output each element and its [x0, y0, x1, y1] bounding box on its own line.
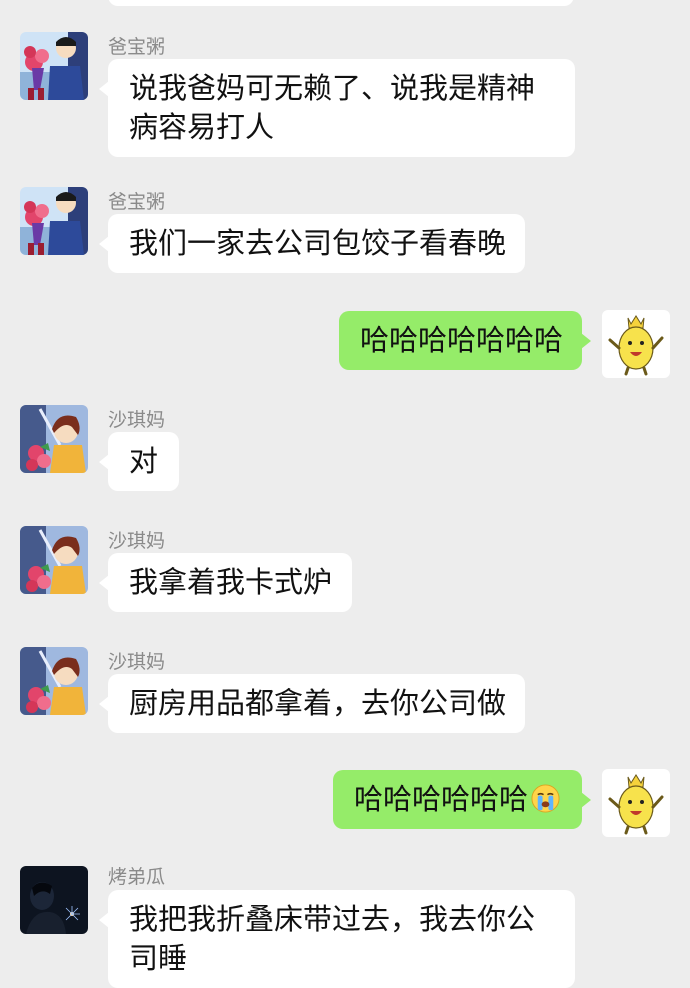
yellow-crown-mascot-icon	[602, 769, 670, 837]
yellow-crown-mascot-avatar[interactable]	[602, 310, 670, 378]
message-bubble[interactable]: 我拿着我卡式炉	[99, 553, 352, 612]
message-bubble[interactable]: 哈哈哈哈哈哈哈	[339, 311, 591, 370]
shinchan-dad-bouquet-avatar[interactable]	[20, 32, 88, 100]
yellow-crown-mascot-avatar[interactable]	[602, 769, 670, 837]
sender-name: 沙琪妈	[108, 651, 166, 673]
message-text: 哈哈哈哈哈哈	[354, 782, 529, 816]
sender-name: 爸宝粥	[108, 191, 166, 213]
shinchan-mom-bouquet-avatar[interactable]	[20, 526, 88, 594]
shinchan-dad-bouquet-icon	[20, 32, 88, 100]
shinchan-dad-bouquet-icon	[20, 187, 88, 255]
shinchan-dad-bouquet-avatar[interactable]	[20, 187, 88, 255]
dark-sparkler-photo-avatar[interactable]	[20, 866, 88, 934]
sender-name: 爸宝粥	[108, 36, 166, 58]
sender-name: 烤弟瓜	[108, 866, 166, 888]
shinchan-mom-bouquet-avatar[interactable]	[20, 405, 88, 473]
dark-sparkler-photo-icon	[20, 866, 88, 934]
message-bubble[interactable]: 哈哈哈哈哈哈	[333, 770, 591, 829]
sender-name: 沙琪妈	[108, 409, 166, 431]
message-bubble[interactable]: 厨房用品都拿着，去你公司做	[99, 674, 525, 733]
shinchan-mom-bouquet-icon	[20, 647, 88, 715]
partial-message-bubble	[108, 0, 574, 6]
message-bubble[interactable]: 我把我折叠床带过去，我去你公司睡	[99, 890, 575, 988]
message-bubble[interactable]: 对	[99, 432, 179, 491]
shinchan-mom-bouquet-icon	[20, 405, 88, 473]
message-bubble[interactable]: 说我爸妈可无赖了、说我是精神病容易打人	[99, 59, 575, 157]
yellow-crown-mascot-icon	[602, 310, 670, 378]
crying-face-emoji	[530, 783, 561, 814]
chat-message-list[interactable]: 爸宝粥 说我爸妈可无赖了、说我是精神病容易打人 爸宝粥 我们一家去公司包饺子看春…	[0, 0, 690, 988]
shinchan-mom-bouquet-avatar[interactable]	[20, 647, 88, 715]
sender-name: 沙琪妈	[108, 530, 166, 552]
shinchan-mom-bouquet-icon	[20, 526, 88, 594]
message-bubble[interactable]: 我们一家去公司包饺子看春晚	[99, 214, 525, 273]
